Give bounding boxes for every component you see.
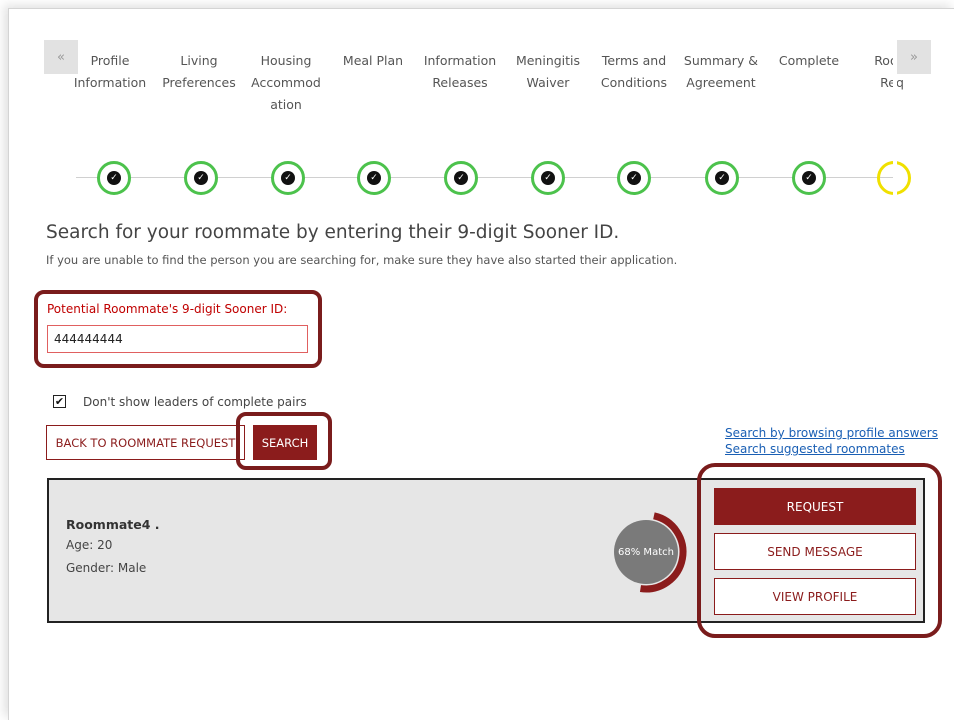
step-complete-icon: ✓ [184,161,218,195]
roommate-gender: Gender: Male [66,561,147,575]
search-help-text: If you are unable to find the person you… [46,253,678,267]
step-label-living-preferences[interactable]: Living Preferences [153,50,245,94]
step-complete-icon: ✓ [97,161,131,195]
next-step-arrow-icon[interactable]: » [897,40,931,74]
highlight-search-button [236,412,332,470]
highlight-id-field [34,290,322,368]
step-complete-icon: ✓ [357,161,391,195]
step-label-summary-agreement[interactable]: Summary & Agreement [675,50,767,94]
checkmark-icon: ✓ [627,171,641,185]
checkmark-icon: ✓ [367,171,381,185]
step-label-profile-information[interactable]: Profile Information [64,50,156,94]
search-heading: Search for your roommate by entering the… [46,222,620,243]
step-label-terms-and-conditions[interactable]: Terms and Conditions [588,50,680,94]
suggested-roommates-link[interactable]: Search suggested roommates [725,442,905,456]
step-label-meningitis-waiver[interactable]: Meningitis Waiver [502,50,594,94]
step-complete-icon: ✓ [705,161,739,195]
checkmark-icon: ✓ [454,171,468,185]
step-label-complete[interactable]: Complete [763,50,855,72]
step-label-housing-accommodation[interactable]: Housing Accommod ation [240,50,332,116]
browse-profile-answers-link[interactable]: Search by browsing profile answers [725,426,938,440]
step-complete-icon: ✓ [792,161,826,195]
step-complete-icon: ✓ [531,161,565,195]
step-complete-icon: ✓ [444,161,478,195]
step-label-information-releases[interactable]: Information Releases [414,50,506,94]
hide-complete-pairs-label[interactable]: Don't show leaders of complete pairs [83,395,307,409]
checkmark-icon: ✓ [715,171,729,185]
match-percentage: 68% Match [618,546,674,558]
roommate-name: Roommate4 . [66,517,160,532]
step-complete-icon: ✓ [617,161,651,195]
hide-complete-pairs-checkbox[interactable]: ✔ [53,395,66,408]
checkmark-icon: ✓ [541,171,555,185]
checkmark-icon: ✓ [107,171,121,185]
checkmark-icon: ✓ [802,171,816,185]
highlight-action-buttons [697,463,942,638]
step-label-meal-plan[interactable]: Meal Plan [327,50,419,72]
checkmark-icon: ✓ [194,171,208,185]
checkmark-icon: ✓ [281,171,295,185]
roommate-age: Age: 20 [66,538,113,552]
step-complete-icon: ✓ [271,161,305,195]
back-to-roommate-request-button[interactable]: BACK TO ROOMMATE REQUEST [46,425,245,460]
